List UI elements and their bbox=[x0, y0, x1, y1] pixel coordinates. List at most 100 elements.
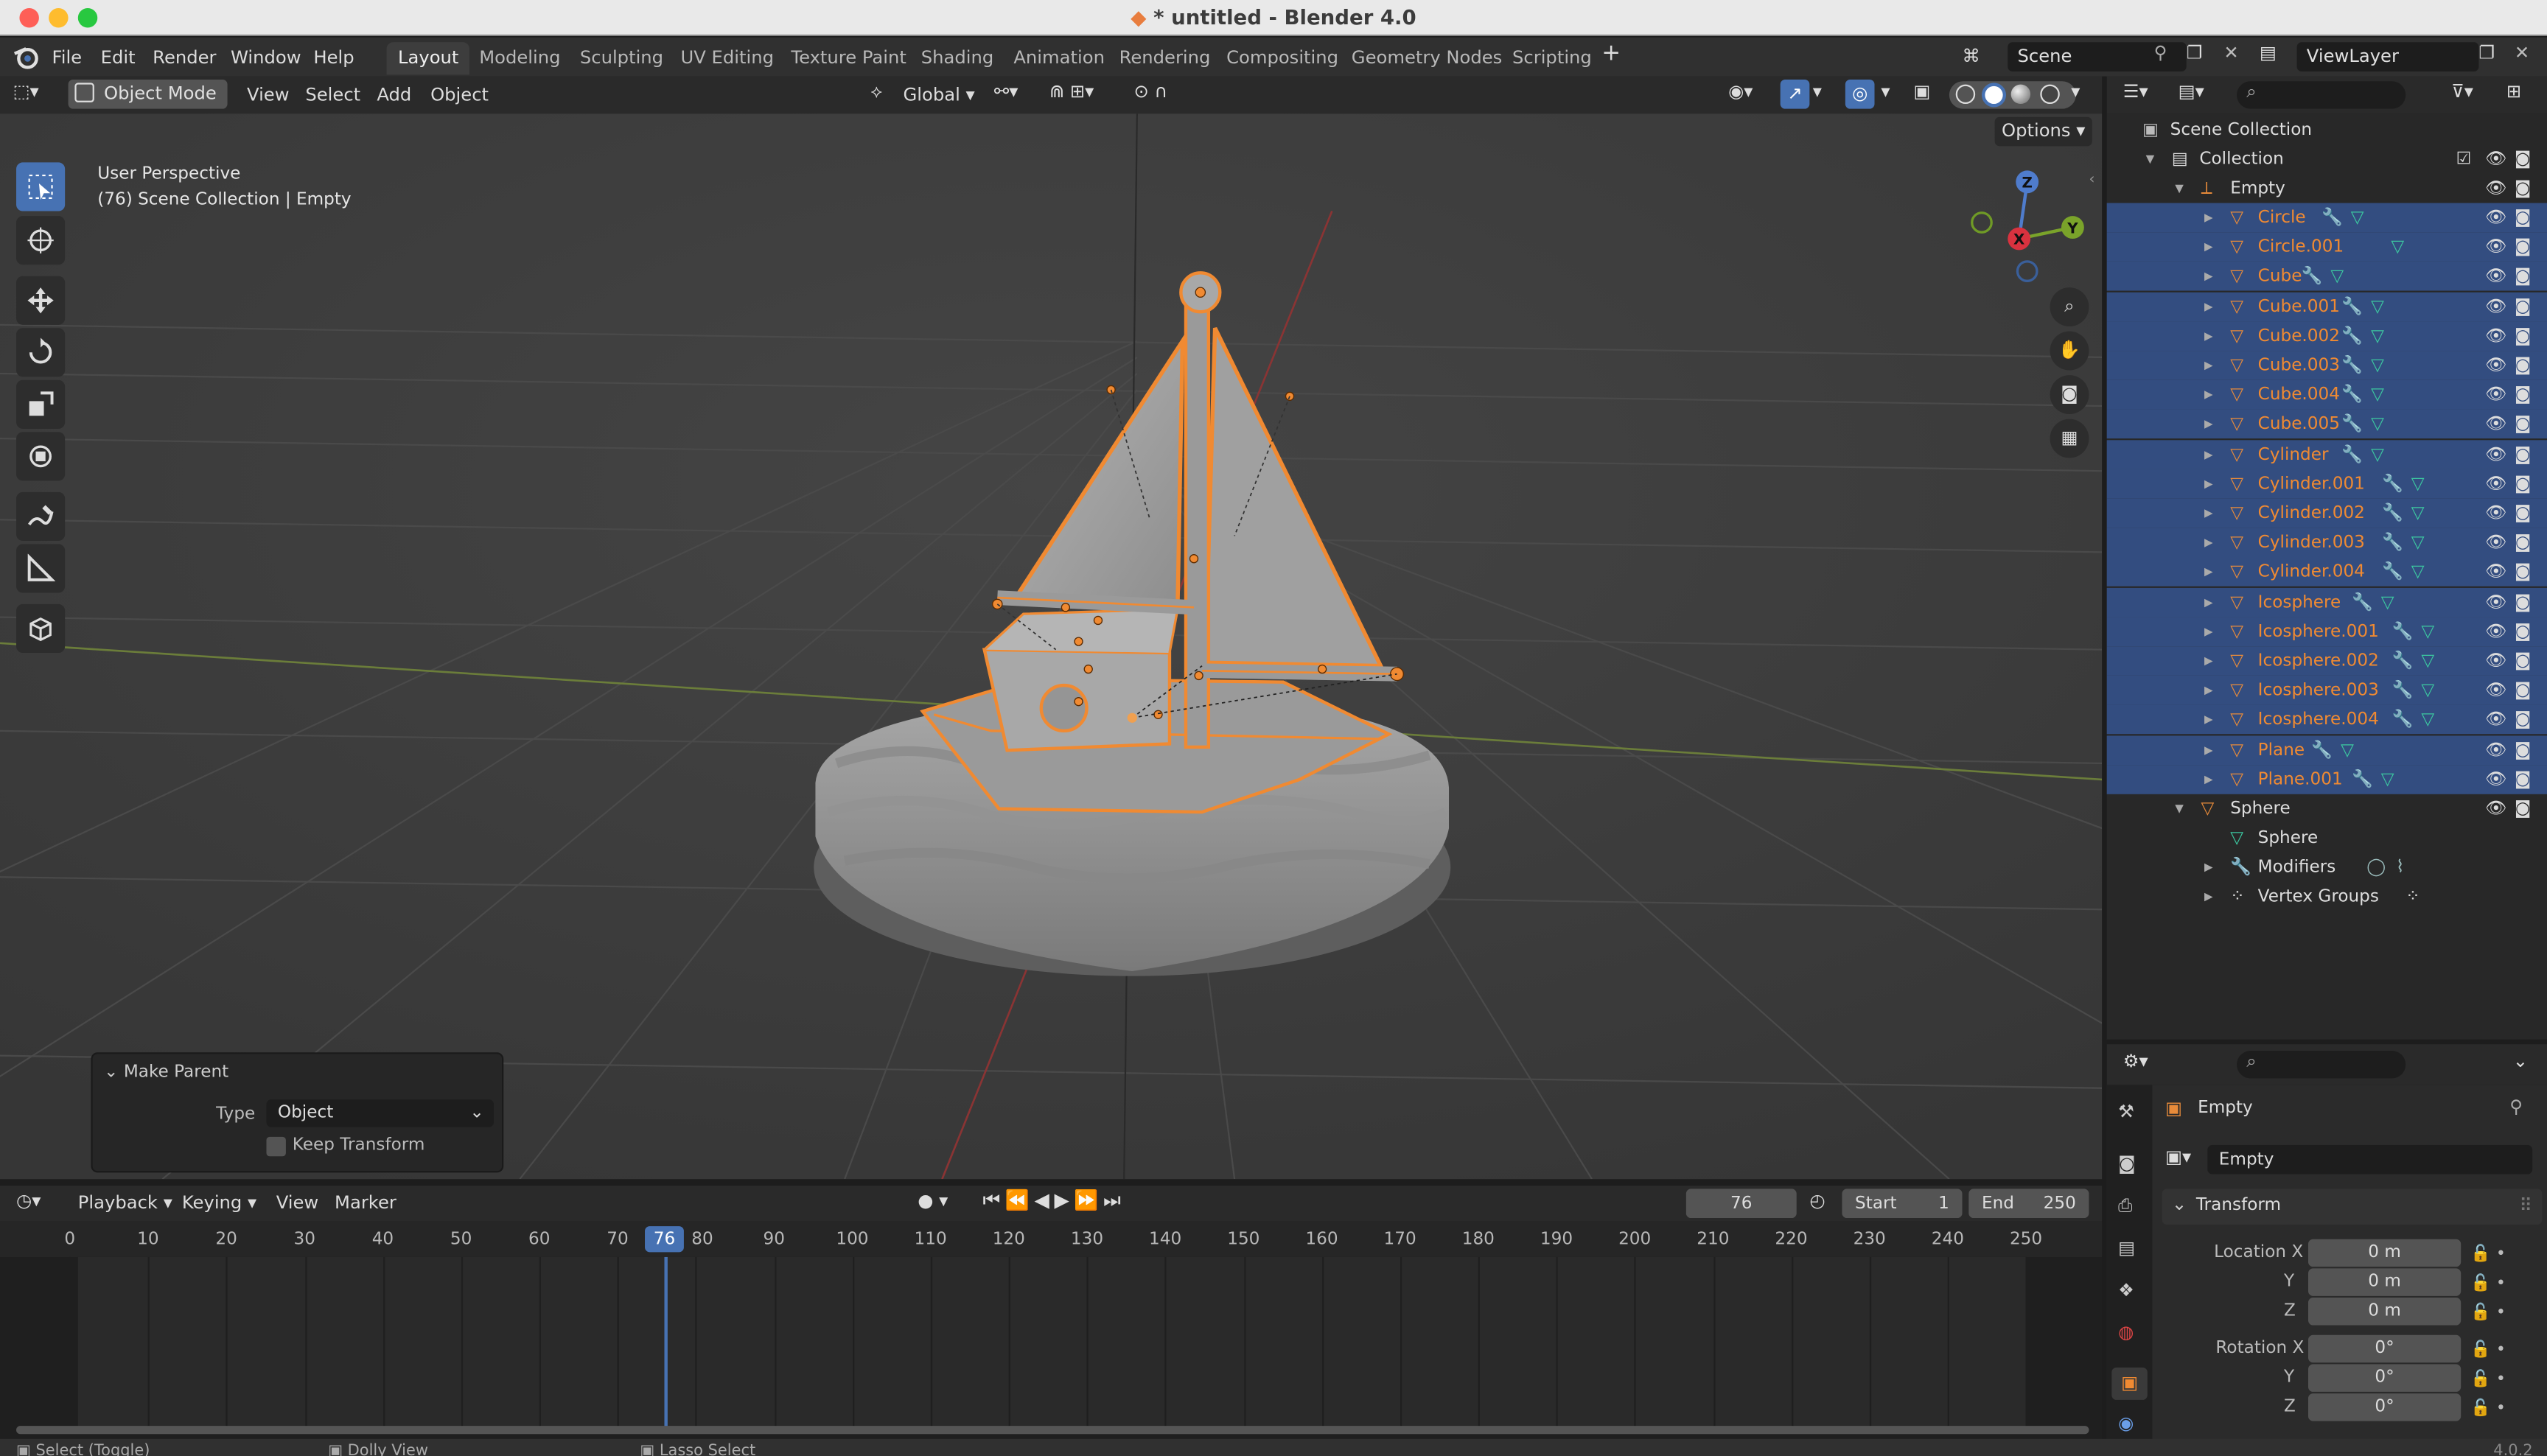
current-frame-field[interactable]: 76 bbox=[1685, 1189, 1797, 1219]
tab-scripting[interactable]: Scripting bbox=[1501, 42, 1604, 74]
perspective-toggle-icon[interactable]: ▦ bbox=[2050, 419, 2089, 458]
eye-icon[interactable]: 👁 bbox=[2485, 410, 2506, 439]
jump-end-icon[interactable]: ⏭ bbox=[1103, 1189, 1125, 1211]
prev-keyframe-icon[interactable]: ⏪ bbox=[1005, 1189, 1035, 1211]
camera-icon[interactable]: ◙ bbox=[2515, 144, 2531, 174]
outliner-item-icosphere-001[interactable]: ▸ ▽ Icosphere.001 🔧 ▽ 👁 ◙ bbox=[2106, 617, 2547, 646]
eye-icon[interactable]: 👁 bbox=[2485, 646, 2506, 676]
camera-icon[interactable]: ◙ bbox=[2515, 351, 2531, 380]
transform-tool[interactable] bbox=[16, 432, 66, 481]
jump-start-icon[interactable]: ⏮ bbox=[982, 1189, 1005, 1211]
outliner-sphere-modifiers[interactable]: ▸ 🔧 Modifiers ◯ ⌇ bbox=[2107, 853, 2547, 882]
3d-viewport[interactable]: User Perspective (76) Scene Collection |… bbox=[0, 113, 2103, 1180]
render-tab-icon[interactable]: ◙ bbox=[2118, 1153, 2136, 1175]
timeline-menu-keying[interactable]: Keying ▾ bbox=[182, 1189, 256, 1216]
gizmo-dropdown[interactable]: ▾ bbox=[1813, 81, 1822, 102]
viewport-menu-select[interactable]: Select bbox=[305, 81, 360, 108]
pin-scene-icon[interactable]: ⚲ bbox=[2154, 42, 2167, 63]
eye-icon[interactable]: 👁 bbox=[2485, 203, 2506, 233]
pan-view-icon[interactable]: ✋ bbox=[2050, 331, 2089, 371]
menu-render[interactable]: Render bbox=[153, 44, 216, 71]
blender-logo-icon[interactable] bbox=[13, 44, 39, 70]
camera-icon[interactable]: ◙ bbox=[2515, 735, 2531, 765]
datablock-browse-icon[interactable]: ▣▾ bbox=[2165, 1147, 2191, 1168]
eye-icon[interactable]: 👁 bbox=[2485, 321, 2506, 351]
snap-icon[interactable]: ⋒ ⊞▾ bbox=[1049, 81, 1094, 102]
eye-icon[interactable]: 👁 bbox=[2485, 351, 2506, 380]
editor-type-icon[interactable]: ⬚▾ bbox=[13, 81, 39, 102]
eye-icon[interactable]: 👁 bbox=[2485, 262, 2506, 292]
parent-type-select[interactable]: Object ⌄ bbox=[266, 1099, 495, 1127]
chevron-down-icon[interactable]: ▾ bbox=[2146, 144, 2155, 174]
viewport-menu-object[interactable]: Object bbox=[430, 81, 489, 108]
timeline[interactable]: ◷▾ Playback ▾ Keying ▾ View Marker ● ▾ ⏮… bbox=[0, 1185, 2103, 1456]
camera-view-icon[interactable]: ◙ bbox=[2050, 375, 2089, 415]
eye-icon[interactable]: 👁 bbox=[2485, 144, 2506, 174]
object-name-field[interactable]: Empty bbox=[2207, 1144, 2533, 1175]
eye-icon[interactable]: 👁 bbox=[2485, 499, 2506, 528]
drag-handle-icon[interactable]: ⠿ bbox=[2519, 1195, 2532, 1217]
outliner-item-cube-002[interactable]: ▸ ▽ Cube.002 🔧 ▽ 👁 ◙ bbox=[2106, 321, 2547, 351]
chevron-right-icon[interactable]: ▸ bbox=[2204, 528, 2213, 558]
rotate-tool[interactable] bbox=[16, 328, 66, 377]
menu-window[interactable]: Window bbox=[231, 44, 301, 71]
eye-icon[interactable]: 👁 bbox=[2485, 617, 2506, 646]
scene-selector-icon[interactable]: ⌘ bbox=[1963, 42, 1995, 71]
chevron-right-icon[interactable]: ▸ bbox=[2204, 646, 2213, 676]
visibility-filter-icon[interactable]: ◉▾ bbox=[1728, 81, 1753, 102]
outliner-item-plane[interactable]: ▸ ▽ Plane 🔧 ▽ 👁 ◙ bbox=[2106, 735, 2547, 765]
outliner-sphere[interactable]: ▾ ▽ Sphere 👁 ◙ bbox=[2107, 794, 2547, 824]
outliner-scene-collection[interactable]: ▣ Scene Collection bbox=[2107, 115, 2547, 144]
navigation-gizmo[interactable]: Z Y X bbox=[1966, 162, 2095, 292]
chevron-right-icon[interactable]: ▸ bbox=[2204, 587, 2213, 617]
chevron-down-icon[interactable]: ▾ bbox=[2175, 174, 2184, 203]
outliner-item-circle[interactable]: ▸ ▽ Circle 🔧 ▽ 👁 ◙ bbox=[2106, 203, 2547, 233]
eye-icon[interactable]: 👁 bbox=[2485, 469, 2506, 499]
object-tab-icon[interactable]: ▣ bbox=[2111, 1367, 2148, 1400]
camera-icon[interactable]: ◙ bbox=[2515, 617, 2531, 646]
outliner-collection[interactable]: ▾ ▤ Collection ☑ 👁 ◙ bbox=[2107, 144, 2547, 174]
camera-icon[interactable]: ◙ bbox=[2515, 380, 2531, 410]
lock-location-icons[interactable]: 🔓 • 🔓 • 🔓 • bbox=[2470, 1241, 2505, 1329]
chevron-right-icon[interactable]: ▸ bbox=[2204, 676, 2213, 705]
timeline-editor-type-icon[interactable]: ◷▾ bbox=[16, 1191, 41, 1212]
eye-icon[interactable]: 👁 bbox=[2485, 174, 2506, 203]
move-tool[interactable] bbox=[16, 276, 66, 325]
view-layer-tab-icon[interactable]: ▤ bbox=[2118, 1238, 2135, 1259]
outliner-item-cylinder-004[interactable]: ▸ ▽ Cylinder.004 🔧 ▽ 👁 ◙ bbox=[2106, 557, 2547, 587]
eye-icon[interactable]: 👁 bbox=[2485, 528, 2506, 558]
menu-help[interactable]: Help bbox=[313, 44, 354, 71]
menu-file[interactable]: File bbox=[52, 44, 83, 71]
outliner-item-icosphere-002[interactable]: ▸ ▽ Icosphere.002 🔧 ▽ 👁 ◙ bbox=[2106, 646, 2547, 676]
outliner-item-cylinder-001[interactable]: ▸ ▽ Cylinder.001 🔧 ▽ 👁 ◙ bbox=[2106, 469, 2547, 499]
outliner-editor-type-icon[interactable]: ☰▾ bbox=[2123, 81, 2148, 102]
exclude-checkbox-icon[interactable]: ☑ bbox=[2456, 144, 2472, 174]
camera-icon[interactable]: ◙ bbox=[2515, 203, 2531, 233]
annotate-tool[interactable] bbox=[16, 491, 66, 541]
outliner-item-cube-001[interactable]: ▸ ▽ Cube.001 🔧 ▽ 👁 ◙ bbox=[2106, 291, 2547, 321]
tool-tab-icon[interactable]: ⚒ bbox=[2118, 1101, 2134, 1122]
location-y-field[interactable]: 0 m bbox=[2308, 1268, 2462, 1296]
outliner-item-cube-005[interactable]: ▸ ▽ Cube.005 🔧 ▽ 👁 ◙ bbox=[2106, 410, 2547, 439]
pivot-point-icon[interactable]: ⚯▾ bbox=[994, 81, 1019, 102]
outliner-sphere-mesh[interactable]: ▽ Sphere bbox=[2107, 823, 2547, 853]
chevron-right-icon[interactable]: ▸ bbox=[2204, 292, 2213, 321]
tab-shading[interactable]: Shading bbox=[909, 42, 1005, 74]
outliner-item-plane-001[interactable]: ▸ ▽ Plane.001 🔧 ▽ 👁 ◙ bbox=[2106, 764, 2547, 794]
outliner-item-circle-001[interactable]: ▸ ▽ Circle.001 ▽ 👁 ◙ bbox=[2106, 232, 2547, 262]
delete-scene-icon[interactable]: ✕ bbox=[2223, 42, 2238, 63]
eye-icon[interactable]: 👁 bbox=[2485, 380, 2506, 410]
gizmo-toggle-icon[interactable]: ↗ bbox=[1780, 80, 1810, 109]
camera-icon[interactable]: ◙ bbox=[2515, 233, 2531, 262]
rotation-x-field[interactable]: 0° bbox=[2308, 1334, 2462, 1363]
tab-modeling[interactable]: Modeling bbox=[468, 42, 572, 74]
chevron-right-icon[interactable]: ▸ bbox=[2204, 558, 2213, 587]
eye-icon[interactable]: 👁 bbox=[2485, 765, 2506, 794]
camera-icon[interactable]: ◙ bbox=[2515, 174, 2531, 203]
chevron-right-icon[interactable]: ▸ bbox=[2204, 705, 2213, 735]
outliner-item-icosphere[interactable]: ▸ ▽ Icosphere 🔧 ▽ 👁 ◙ bbox=[2106, 587, 2547, 617]
chevron-right-icon[interactable]: ▸ bbox=[2204, 439, 2213, 469]
camera-icon[interactable]: ◙ bbox=[2515, 794, 2531, 824]
end-frame-field[interactable]: End 250 bbox=[1968, 1189, 2089, 1219]
overlays-dropdown[interactable]: ▾ bbox=[1881, 81, 1890, 102]
